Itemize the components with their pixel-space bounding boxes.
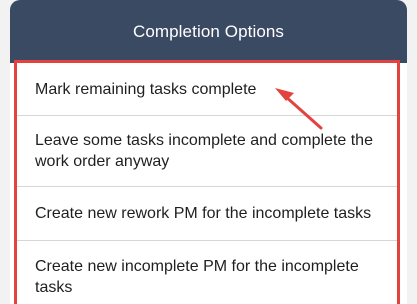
option-label: Leave some tasks incomplete and complete… — [35, 132, 373, 170]
options-list: Mark remaining tasks complete Leave some… — [14, 60, 400, 304]
dialog-title: Completion Options — [132, 21, 285, 41]
completion-options-dialog: Completion Options Mark remaining tasks … — [10, 0, 407, 304]
option-create-rework-pm[interactable]: Create new rework PM for the incomplete … — [17, 187, 397, 241]
dialog-header: Completion Options — [10, 0, 407, 63]
option-mark-remaining-complete[interactable]: Mark remaining tasks complete — [17, 63, 397, 116]
screen: Completion Options Mark remaining tasks … — [0, 0, 417, 304]
option-create-incomplete-pm[interactable]: Create new incomplete PM for the incompl… — [17, 241, 397, 304]
option-label: Create new incomplete PM for the incompl… — [35, 258, 359, 296]
option-leave-incomplete[interactable]: Leave some tasks incomplete and complete… — [17, 116, 397, 187]
option-label: Create new rework PM for the incomplete … — [35, 205, 372, 222]
option-label: Mark remaining tasks complete — [35, 80, 257, 98]
